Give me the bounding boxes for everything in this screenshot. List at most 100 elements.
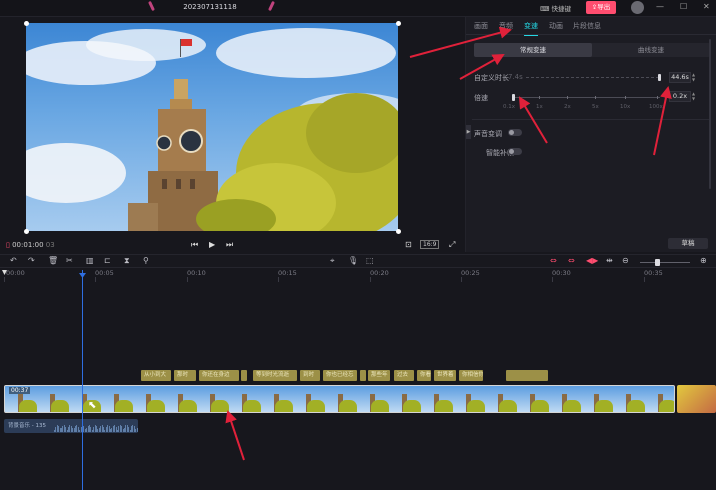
pitch-label: 声音变调 — [474, 130, 502, 138]
panel-scrollbar[interactable] — [709, 39, 711, 189]
clip-thumbnail — [101, 386, 133, 412]
properties-panel: 画面 音频 变速 动画 片段信息 常规变速 曲线变速 自定义时长 7.4s 44… — [465, 17, 716, 252]
caption-clip[interactable] — [506, 370, 548, 381]
caption-clip[interactable] — [241, 370, 247, 381]
clip-thumbnail — [581, 386, 613, 412]
playhead[interactable] — [82, 270, 83, 490]
duration-slider-track[interactable] — [526, 77, 659, 78]
caption-clip[interactable]: 世界着 — [434, 370, 456, 381]
caption-clip[interactable]: 你还在身边 — [199, 370, 239, 381]
zoom-in-icon[interactable]: ⊕ — [700, 256, 707, 265]
preview-axis-icon[interactable]: ◀▶ — [586, 256, 598, 265]
ruler-label: 00:30 — [552, 269, 571, 277]
camera-icon[interactable]: ⬚ — [366, 256, 374, 265]
snap-icon[interactable]: ⌖ — [330, 256, 335, 266]
zoom-slider-track[interactable] — [640, 262, 690, 263]
ruler-tick — [187, 277, 188, 282]
draft-button[interactable]: 草稿 — [668, 238, 708, 249]
normal-speed-button[interactable]: 常规变速 — [474, 43, 592, 57]
caption-clip[interactable]: 那些年 — [368, 370, 390, 381]
zoom-slider-knob[interactable] — [655, 259, 660, 266]
caption-clip[interactable]: 那时 — [174, 370, 196, 381]
previous-frame-icon[interactable]: ⏮ — [191, 240, 198, 250]
record-dot-icon: ▯ — [6, 241, 10, 249]
caption-clip[interactable]: 你也已经忘 — [323, 370, 357, 381]
duration-stepper[interactable]: ▲ ▼ — [692, 72, 697, 82]
timeline: 00:00 00:05 00:10 00:15 00:20 00:25 00:3… — [0, 268, 716, 490]
delete-icon[interactable]: 🗑 — [48, 256, 58, 265]
crop-clip-icon[interactable]: ⊏ — [104, 256, 111, 265]
mirror-icon[interactable]: ⧗ — [124, 256, 130, 266]
caption-clip[interactable] — [360, 370, 366, 381]
fullscreen-icon[interactable]: ⤢ — [449, 240, 455, 250]
play-icon[interactable]: ▶ — [209, 240, 215, 249]
speed-label: 倍速 — [474, 94, 488, 102]
ruler-label: 00:00 — [6, 269, 25, 277]
resize-handle-br[interactable] — [396, 229, 401, 234]
ending-clip[interactable] — [677, 385, 716, 413]
video-track-clip[interactable]: 00:37 — [4, 385, 675, 413]
caption-clip[interactable]: 你相信你我 — [459, 370, 483, 381]
shortcut-button[interactable]: ⌨ 快捷键 — [540, 3, 571, 13]
redo-icon[interactable]: ↷ — [28, 256, 35, 265]
tab-picture[interactable]: 画面 — [474, 21, 488, 31]
tab-clip-info[interactable]: 片段信息 — [573, 21, 601, 31]
resize-handle-tl[interactable] — [24, 21, 29, 26]
export-button[interactable]: ⇪导出 — [586, 1, 616, 14]
align-icon[interactable]: ⇹ — [606, 256, 613, 265]
video-preview[interactable] — [26, 23, 398, 231]
smooth-toggle[interactable] — [508, 148, 522, 155]
ruler-tick — [552, 277, 553, 282]
speed-slider-knob[interactable] — [512, 94, 515, 101]
speed-stepper[interactable]: ▲ ▼ — [692, 91, 697, 101]
split-icon[interactable]: ✂ — [66, 256, 73, 265]
duration-input[interactable]: 44.6s — [669, 72, 691, 83]
caption-clip[interactable]: 过去 — [394, 370, 414, 381]
freeze-icon[interactable]: ▥ — [86, 256, 94, 265]
audio-track-clip[interactable]: 背景音乐 - 135 — [4, 419, 138, 433]
clip-thumbnail — [357, 386, 389, 412]
link-icon[interactable]: ⇔ — [550, 256, 557, 265]
zoom-out-icon[interactable]: ⊖ — [622, 256, 629, 265]
speed-tick — [539, 96, 540, 99]
caption-clip[interactable]: 你看着 — [417, 370, 431, 381]
undo-icon[interactable]: ↶ — [10, 256, 17, 265]
time-ruler[interactable]: 00:00 00:05 00:10 00:15 00:20 00:25 00:3… — [0, 268, 716, 282]
ruler-label: 00:35 — [644, 269, 663, 277]
resize-handle-bl[interactable] — [24, 229, 29, 234]
mouse-cursor-icon: ⬉ — [88, 400, 97, 411]
maximize-button[interactable]: ☐ — [680, 2, 687, 11]
speed-slider-track[interactable] — [512, 97, 660, 98]
microphone-icon[interactable]: 🎙 — [348, 256, 358, 265]
avatar[interactable] — [631, 1, 644, 14]
crop-icon[interactable]: ⊡ — [405, 240, 412, 249]
caption-clip[interactable]: 到时 — [300, 370, 320, 381]
caption-clip[interactable]: 从小到大 — [141, 370, 171, 381]
tab-speed[interactable]: 变速 — [524, 21, 538, 36]
speed-tick-label: 10x — [620, 104, 631, 110]
clock-tower-scene — [26, 28, 398, 231]
pitch-toggle[interactable] — [508, 129, 522, 136]
marker-icon[interactable]: ⚲ — [143, 256, 149, 265]
curve-speed-button[interactable]: 曲线变速 — [592, 43, 710, 57]
minimize-button[interactable]: — — [656, 2, 664, 11]
duration-slider-knob[interactable] — [658, 74, 661, 81]
clip-thumbnail — [165, 386, 197, 412]
ruler-tick — [95, 277, 96, 282]
tab-animation[interactable]: 动画 — [549, 21, 563, 31]
waveform-bar — [136, 427, 138, 432]
caption-clip[interactable]: 等到时光流逝 — [253, 370, 297, 381]
tab-audio[interactable]: 音频 — [499, 21, 513, 31]
speed-tick — [625, 96, 626, 99]
clip-thumbnail — [229, 386, 261, 412]
aspect-ratio-button[interactable]: 16:9 — [420, 240, 440, 249]
timeline-toolbar: ↶ ↷ 🗑 ✂ ▥ ⊏ ⧗ ⚲ ⌖ 🎙 ⬚ ⇔ ⇔ ◀▶ ⇹ ⊖ ⊕ — [0, 254, 716, 268]
next-frame-icon[interactable]: ⏭ — [226, 240, 233, 250]
timecode-current: 00:01:00 — [12, 241, 44, 249]
link-icon[interactable]: ⇔ — [568, 256, 575, 265]
resize-handle-tr[interactable] — [396, 21, 401, 26]
ruler-tick — [644, 277, 645, 282]
speed-input[interactable]: 0.2x — [669, 91, 691, 102]
close-button[interactable]: ✕ — [703, 2, 710, 11]
expand-arrow-icon[interactable]: ▶ — [466, 125, 471, 139]
